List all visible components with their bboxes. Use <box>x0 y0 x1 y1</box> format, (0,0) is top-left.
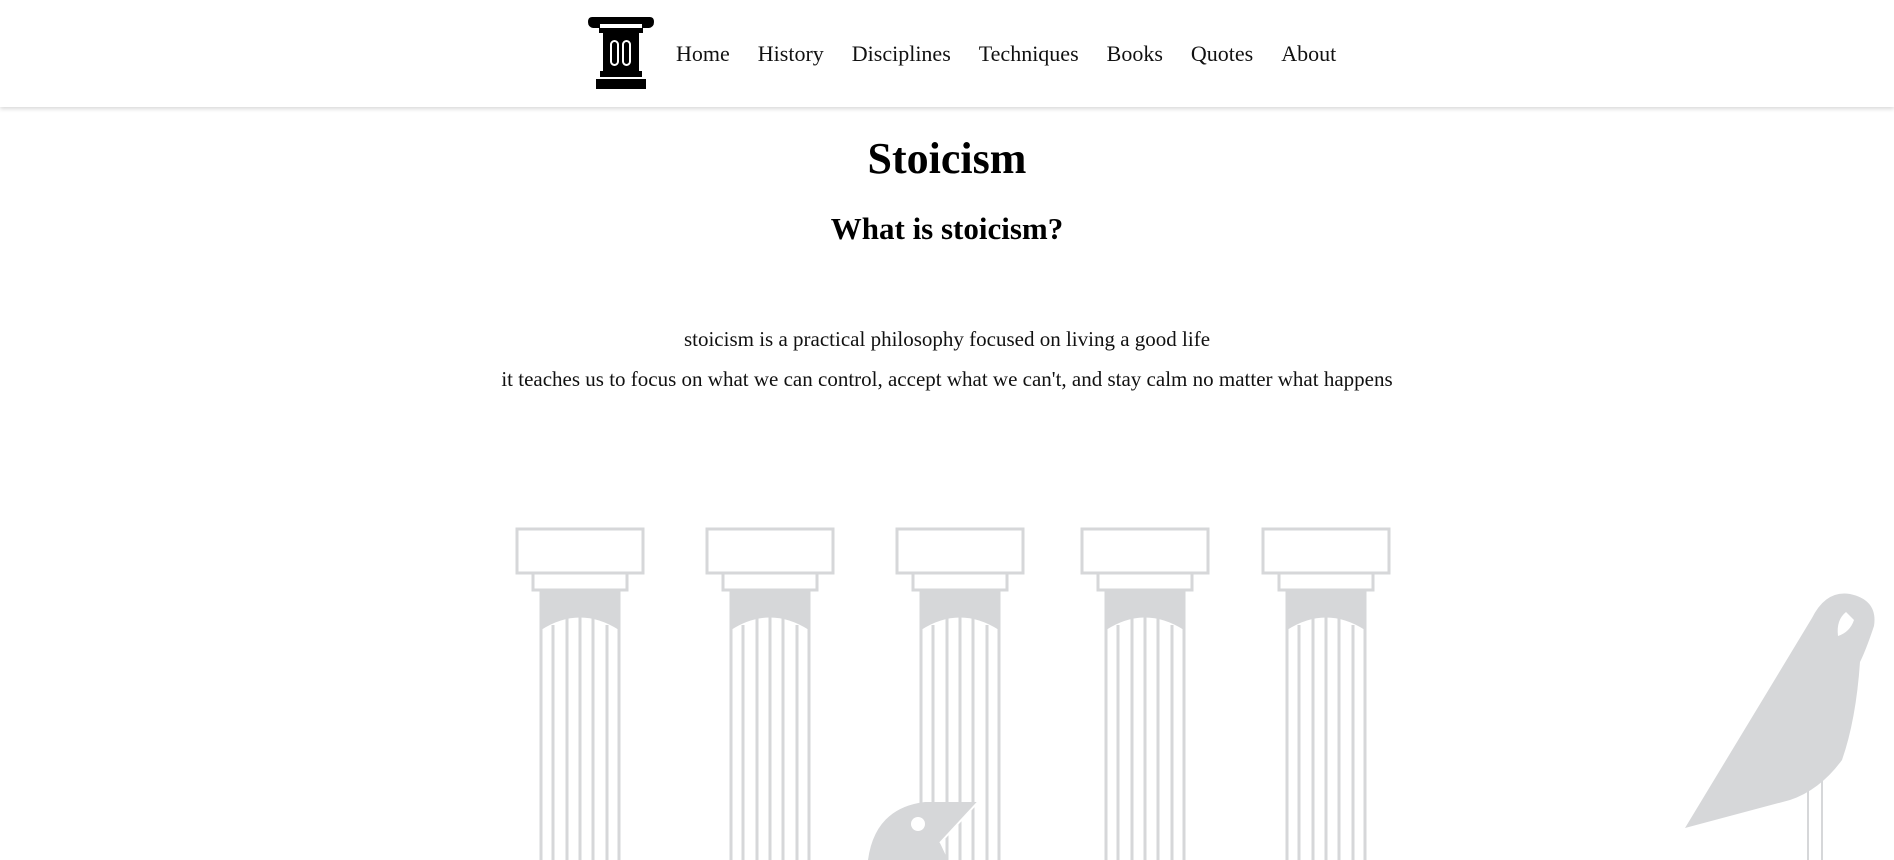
nav-menu: Home History Disciplines Techniques Book… <box>662 0 1350 107</box>
ionic-column-icon[interactable] <box>588 15 654 91</box>
columns-illustration <box>515 527 1875 860</box>
nav-item-disciplines[interactable]: Disciplines <box>852 41 951 67</box>
nav-item-techniques[interactable]: Techniques <box>979 41 1079 67</box>
column-icon <box>1080 527 1210 860</box>
nav-item-history[interactable]: History <box>758 41 824 67</box>
column-icon <box>1261 527 1391 860</box>
bird-icon <box>1685 593 1875 860</box>
nav-item-books[interactable]: Books <box>1107 41 1163 67</box>
column-icon <box>515 527 645 860</box>
top-navbar: Home History Disciplines Techniques Book… <box>0 0 1894 107</box>
nav-item-quotes[interactable]: Quotes <box>1191 41 1253 67</box>
column-icon <box>705 527 835 860</box>
nav-item-home[interactable]: Home <box>676 41 730 67</box>
nav-item-about[interactable]: About <box>1281 41 1336 67</box>
